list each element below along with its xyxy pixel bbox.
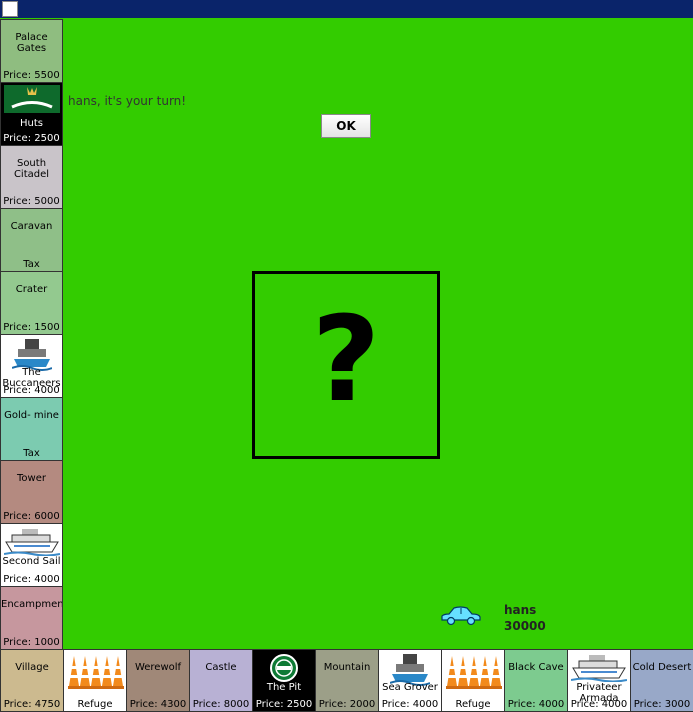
tile-price: Price: 5500 (3, 70, 60, 81)
tile-price: Tax (23, 259, 40, 270)
window-title-bar (0, 0, 693, 18)
tile-name: Gold- mine (4, 410, 59, 421)
board-tile[interactable]: Huts Price: 2500 (0, 82, 63, 146)
board-tile[interactable]: Sea Grover Price: 4000 (378, 649, 442, 712)
tile-price: Tax (23, 448, 40, 459)
tile-name: Sea Grover (382, 682, 438, 693)
board-tile[interactable]: Crater Price: 1500 (0, 271, 63, 335)
player-money: 30000 (504, 619, 546, 633)
tile-name: Village (15, 662, 49, 673)
ferry-icon (3, 526, 60, 559)
chance-card[interactable]: ? (252, 271, 440, 459)
board-tile[interactable]: Refuge (63, 649, 127, 712)
board-tile[interactable]: Cold Desert Price: 3000 (630, 649, 693, 712)
tile-price: Price: 3000 (633, 699, 691, 710)
tile-name: Huts (20, 118, 43, 129)
tile-name: Cold Desert (632, 662, 692, 673)
board-tile[interactable]: Gold- mine Tax (0, 397, 63, 461)
tile-name: Palace Gates (15, 32, 48, 54)
board-tile[interactable]: Encampment Price: 1000 (0, 586, 63, 650)
tile-price: Price: 1500 (3, 322, 60, 333)
board-tile[interactable]: The Buccaneers Price: 4000 (0, 334, 63, 398)
board-tile[interactable]: Castle Price: 8000 (189, 649, 253, 712)
tile-name: Crater (15, 284, 48, 295)
ok-button[interactable]: OK (321, 114, 371, 138)
tile-price: Price: 4000 (3, 574, 60, 585)
board-tile[interactable]: Werewolf Price: 4300 (126, 649, 190, 712)
java-icon (2, 1, 18, 17)
board-tile[interactable]: Tower Price: 6000 (0, 460, 63, 524)
board-tile[interactable]: The Pit Price: 2500 (252, 649, 316, 712)
tile-price: Price: 4000 (507, 699, 565, 710)
board-tile[interactable]: Privateer Armada Price: 4000 (567, 649, 631, 712)
tile-price: Price: 1000 (3, 637, 60, 648)
tile-name: Werewolf (134, 662, 182, 673)
tile-name: Encampment (1, 599, 63, 610)
tile-price: Price: 4000 (3, 385, 60, 396)
tile-name: The Pit (266, 682, 302, 693)
tile-price: Price: 4300 (129, 699, 187, 710)
tile-price: Price: 8000 (192, 699, 250, 710)
tile-name: Black Cave (508, 662, 564, 673)
board-tile[interactable]: Palace Gates Price: 5500 (0, 19, 63, 83)
tile-name: South Citadel (13, 158, 50, 180)
board-tile[interactable]: Village Price: 4750 (0, 649, 64, 712)
ferry-icon (570, 652, 628, 685)
tile-name: Caravan (10, 221, 53, 232)
tile-price: Price: 4750 (3, 699, 61, 710)
board-tile[interactable]: Mountain Price: 2000 (315, 649, 379, 712)
board-tile[interactable]: Caravan Tax (0, 208, 63, 272)
tile-price: Price: 5000 (3, 196, 60, 207)
tile-name: Second Sail (2, 556, 61, 567)
tile-price: Price: 2500 (255, 699, 313, 710)
tile-price: Price: 2000 (318, 699, 376, 710)
tile-price: Price: 4000 (381, 699, 439, 710)
board-tile[interactable]: Black Cave Price: 4000 (504, 649, 568, 712)
carlsberg-logo-icon (3, 85, 60, 116)
tile-price: Price: 4000 (570, 699, 628, 710)
player-name: hans (504, 603, 537, 617)
tile-name: Castle (205, 662, 237, 673)
turn-message: hans, it's your turn! (68, 94, 187, 108)
board-tile[interactable]: Second Sail Price: 4000 (0, 523, 63, 587)
question-mark: ? (311, 290, 381, 428)
tile-name: Mountain (323, 662, 371, 673)
traffic-cones-icon (443, 652, 503, 695)
tile-price: Price: 2500 (3, 133, 60, 144)
tile-price: Refuge (455, 699, 491, 710)
car-token-icon (441, 606, 481, 626)
tile-price: Price: 6000 (3, 511, 60, 522)
board-tile[interactable]: South Citadel Price: 5000 (0, 145, 63, 209)
traffic-cones-icon (65, 652, 125, 695)
tile-price: Refuge (77, 699, 113, 710)
board-tile[interactable]: Refuge (441, 649, 505, 712)
tile-name: Tower (17, 473, 46, 484)
